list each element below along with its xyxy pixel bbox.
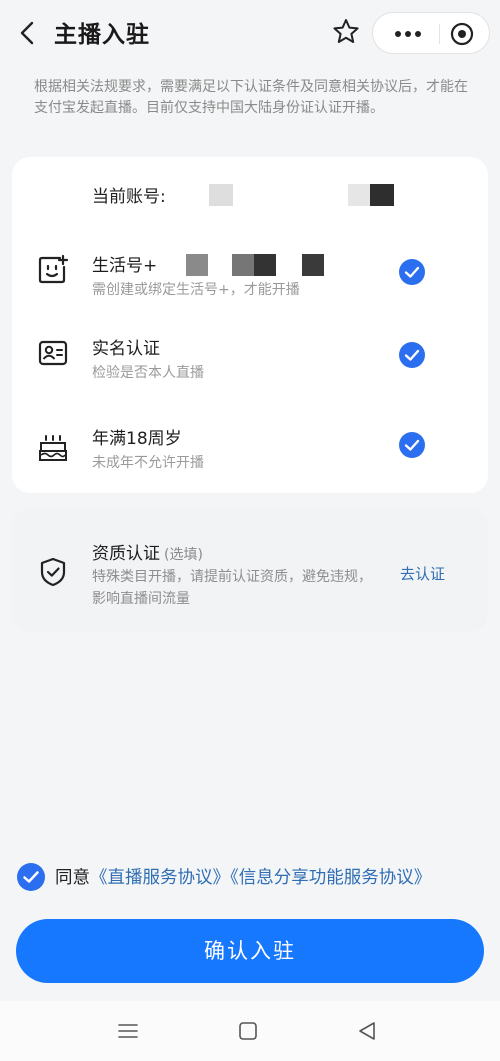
lifestyle-account-icon xyxy=(38,254,69,284)
qualification-desc: 特殊类目开播，请提前认证资质，避免违规，影响直播间流量 xyxy=(92,569,372,607)
top-bar: 主播入驻 xyxy=(0,0,500,66)
requirement-real-name: 实名认证 检验是否本人直播 xyxy=(12,334,488,404)
check-circle-icon xyxy=(399,432,425,458)
birthday-cake-icon xyxy=(39,435,67,461)
check-circle-icon xyxy=(399,259,425,285)
qualification-title-text: 资质认证 xyxy=(92,544,160,564)
mini-program-capsule xyxy=(372,12,490,54)
close-circle-icon[interactable] xyxy=(447,20,477,48)
menu-icon[interactable] xyxy=(116,1019,140,1043)
live-service-agreement-link[interactable]: 《直播服务协议》 xyxy=(90,868,230,888)
home-square-icon[interactable] xyxy=(236,1019,260,1043)
agreement-text: 同意《直播服务协议》《信息分享功能服务协议》 xyxy=(55,864,431,889)
info-share-agreement-link[interactable]: 《信息分享功能服务协议》 xyxy=(230,868,431,888)
account-redacted xyxy=(209,184,233,206)
shield-check-icon xyxy=(40,557,66,587)
more-icon[interactable] xyxy=(385,19,431,49)
page-title: 主播入驻 xyxy=(54,22,150,48)
check-circle-icon xyxy=(399,342,425,368)
requirement-desc: 检验是否本人直播 xyxy=(92,365,204,381)
back-icon[interactable] xyxy=(14,18,42,48)
lifestyle-name-redacted xyxy=(186,254,208,276)
confirm-join-button[interactable]: 确认入驻 xyxy=(16,919,484,983)
capsule-divider xyxy=(439,24,440,44)
agree-prefix: 同意 xyxy=(55,868,90,888)
go-verify-link[interactable]: 去认证 xyxy=(400,563,445,584)
back-triangle-icon[interactable] xyxy=(355,1019,379,1043)
lifestyle-name-redacted xyxy=(254,254,276,276)
qualification-title: 资质认证 (选填) xyxy=(92,539,203,564)
requirements-card: 当前账号: 生活号+ 需创建或绑定生活号+，才能开播 实名认证 检验是否本人直播… xyxy=(12,157,488,493)
system-nav-bar xyxy=(0,1001,500,1061)
account-redacted xyxy=(348,184,370,206)
optional-tag: (选填) xyxy=(164,547,203,563)
page: 主播入驻 根据相关法规要求，需要满足以下认证条件及同意相关协议后，才能在支付宝发… xyxy=(0,0,500,1061)
lifestyle-name-redacted xyxy=(232,254,254,276)
account-label: 当前账号: xyxy=(92,187,166,207)
requirement-desc: 未成年不允许开播 xyxy=(92,455,204,471)
id-card-icon xyxy=(38,340,68,366)
requirement-title: 年满18周岁 xyxy=(92,429,182,449)
requirement-title: 生活号+ xyxy=(92,256,158,276)
qualification-card: 资质认证 (选填) 特殊类目开播，请提前认证资质，避免违规，影响直播间流量 去认证 xyxy=(12,508,488,632)
lifestyle-name-redacted xyxy=(302,254,324,276)
requirement-desc: 需创建或绑定生活号+，才能开播 xyxy=(92,282,300,298)
requirement-lifestyle-account: 生活号+ 需创建或绑定生活号+，才能开播 xyxy=(12,251,488,321)
star-icon[interactable] xyxy=(330,16,362,48)
notice-text: 根据相关法规要求，需要满足以下认证条件及同意相关协议后，才能在支付宝发起直播。目… xyxy=(34,79,468,116)
agreement-checkbox[interactable] xyxy=(16,862,46,892)
account-redacted xyxy=(370,184,394,206)
requirement-age: 年满18周岁 未成年不允许开播 xyxy=(12,424,488,494)
requirement-title: 实名认证 xyxy=(92,339,160,359)
